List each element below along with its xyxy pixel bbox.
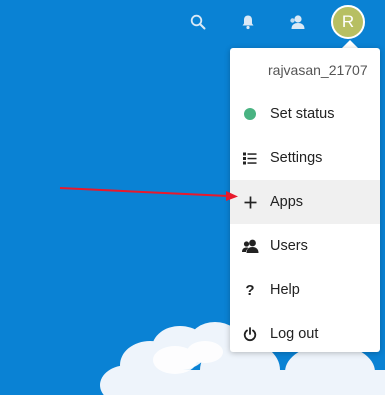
status-dot-icon [230,92,270,136]
menu-item-apps[interactable]: Apps [230,180,380,224]
menu-item-log-out[interactable]: Log out [230,312,380,356]
users-icon [230,224,270,268]
notifications-icon[interactable] [234,8,262,36]
menu-item-users[interactable]: Users [230,224,380,268]
settings-list-icon [230,136,270,180]
contacts-icon[interactable] [283,8,311,36]
menu-item-settings[interactable]: Settings [230,136,380,180]
menu-item-label: Log out [270,326,319,342]
avatar-initial: R [341,12,355,31]
menu-username: rajvasan_21707 [230,48,380,92]
search-icon[interactable] [184,8,212,36]
menu-item-label: Help [270,282,300,298]
menu-item-set-status[interactable]: Set status [230,92,380,136]
user-avatar[interactable]: R [331,5,365,39]
plus-icon [230,180,270,224]
menu-item-label: Settings [270,150,323,166]
menu-item-label: Users [270,238,308,254]
question-icon: ? [245,281,255,299]
menu-item-help[interactable]: ? Help [230,268,380,312]
user-menu: rajvasan_21707 Set status Settings Apps … [230,48,380,352]
menu-item-label: Apps [270,194,304,210]
power-icon [230,312,270,356]
menu-item-label: Set status [270,106,335,122]
username-label: rajvasan_21707 [268,62,368,78]
